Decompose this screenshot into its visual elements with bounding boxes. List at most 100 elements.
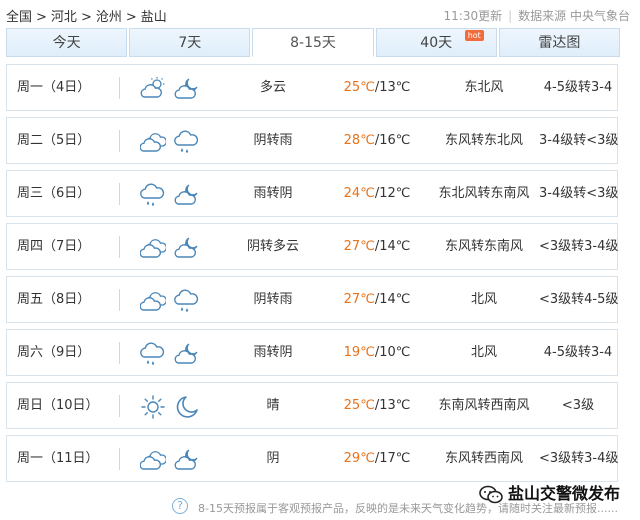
forecast-row: 周五（8日） 阴转雨 27℃/14℃ 北风 <3级转4-5级 (6, 276, 618, 323)
divider (119, 342, 120, 364)
hot-badge: hot (464, 30, 484, 41)
forecast-row: 周一（11日） 阴 29℃/17℃ 东风转西南风 <3级转3-4级 (6, 435, 618, 482)
question-icon[interactable]: ? (172, 498, 188, 514)
temperature: 27℃/14℃ (337, 224, 417, 269)
temperature: 25℃/13℃ (337, 65, 417, 110)
top-bar: 全国 > 河北 > 沧州 > 盐山 11:30更新 | 数据来源 中央气象台 (0, 0, 640, 28)
overcast-icon (140, 132, 166, 152)
rain-icon (174, 130, 199, 153)
divider (119, 130, 120, 152)
forecast-row: 周三（6日） 雨转阴 24℃/12℃ 东北风转东南风 3-4级转<3级 (6, 170, 618, 217)
tab-8-15-days[interactable]: 8-15天 (252, 28, 374, 57)
wind-direction: 东北风转东南风 (438, 186, 530, 201)
high-temp: 27℃ (343, 239, 375, 254)
partly-cloudy-night-icon (174, 78, 198, 99)
wind-direction: 东风转西南风 (444, 451, 523, 466)
divider: | (508, 9, 513, 23)
high-temp: 29℃ (343, 451, 375, 466)
partly-cloudy-day-icon (140, 76, 165, 98)
temperature: 19℃/10℃ (337, 330, 417, 375)
forecast-row: 周六（9日） 雨转阴 19℃/10℃ 北风 4-5级转3-4 (6, 329, 618, 376)
tab-radar[interactable]: 雷达图 (498, 28, 621, 57)
weather-desc: 阴 (266, 451, 280, 466)
sunny-icon (141, 394, 165, 419)
forecast-list: 周一（4日） 多云 25℃/13℃ 东北风 4-5级转3-4 周二（5日） 阴转… (6, 64, 618, 488)
wind-direction: 北风 (470, 345, 497, 360)
overcast-icon (140, 291, 166, 311)
temperature: 27℃/14℃ (337, 277, 417, 322)
wind-direction: 北风 (470, 292, 497, 307)
tab-label: 40天 (420, 35, 453, 51)
low-temp: /14℃ (374, 239, 411, 254)
wind-level: 4-5级转3-4 (543, 345, 613, 360)
breadcrumb-item-hebei[interactable]: 河北 (51, 10, 77, 25)
wind-level: 3-4级转<3级 (539, 133, 619, 148)
partly-cloudy-night-icon (174, 343, 198, 364)
temperature: 28℃/16℃ (337, 118, 417, 163)
divider (119, 77, 120, 99)
day-label: 周五（8日） (17, 292, 91, 307)
weather-desc: 阴转雨 (253, 292, 293, 307)
partly-cloudy-night-icon (174, 449, 198, 470)
weather-icons (140, 225, 210, 270)
tab-label: 雷达图 (538, 35, 581, 51)
weather-desc: 雨转阴 (253, 345, 293, 360)
tab-label: 8-15天 (290, 35, 336, 51)
tab-40-days[interactable]: 40天 hot (375, 28, 497, 57)
watermark-text: 盐山交警微发布 (508, 484, 621, 503)
wind-level: <3级 (561, 398, 595, 413)
moon-icon (176, 395, 198, 418)
day-label: 周一（4日） (17, 80, 91, 95)
tab-today[interactable]: 今天 (6, 28, 128, 57)
wind-direction: 东风转东北风 (444, 133, 523, 148)
forecast-row: 周四（7日） 阴转多云 27℃/14℃ 东风转东南风 <3级转3-4级 (6, 223, 618, 270)
weather-icons (140, 119, 210, 164)
wind-level: <3级转4-5级 (539, 292, 619, 307)
divider (119, 236, 120, 258)
high-temp: 25℃ (343, 398, 375, 413)
overcast-icon (140, 450, 166, 470)
wind-level: 3-4级转<3级 (539, 186, 619, 201)
divider (119, 289, 120, 311)
temperature: 25℃/13℃ (337, 383, 417, 428)
breadcrumb-item-national[interactable]: 全国 (6, 10, 32, 25)
rain-icon (174, 289, 199, 312)
wind-direction: 东南风转西南风 (438, 398, 530, 413)
breadcrumb-item-yanshan: 盐山 (140, 10, 167, 25)
weather-desc: 阴转雨 (253, 133, 293, 148)
tab-label: 今天 (52, 35, 81, 51)
forecast-tabs: 今天 7天 8-15天 40天 hot 雷达图 (6, 28, 621, 57)
day-label: 周一（11日） (17, 451, 99, 466)
high-temp: 27℃ (343, 292, 375, 307)
weather-icons (140, 172, 210, 217)
divider (119, 395, 120, 417)
overcast-icon (140, 238, 166, 258)
breadcrumb: 全国 > 河北 > 沧州 > 盐山 (6, 6, 167, 25)
breadcrumb-item-cangzhou[interactable]: 沧州 (96, 10, 122, 25)
low-temp: /14℃ (374, 292, 411, 307)
divider (119, 183, 120, 205)
wind-direction: 东风转东南风 (444, 239, 523, 254)
day-label: 周日（10日） (17, 398, 99, 413)
wechat-icon (479, 485, 503, 504)
update-time: 11:30更新 (443, 9, 503, 23)
divider (119, 448, 120, 470)
low-temp: /13℃ (374, 398, 411, 413)
forecast-row: 周日（10日） 晴 25℃/13℃ 东南风转西南风 <3级 (6, 382, 618, 429)
weather-desc: 晴 (266, 398, 280, 413)
tab-7-days[interactable]: 7天 (129, 28, 251, 57)
rain-icon (140, 183, 165, 206)
temperature: 29℃/17℃ (337, 436, 417, 481)
day-label: 周六（9日） (17, 345, 91, 360)
data-source: 数据来源 中央气象台 (518, 9, 630, 23)
weather-icons (140, 331, 210, 376)
forecast-row: 周二（5日） 阴转雨 28℃/16℃ 东风转东北风 3-4级转<3级 (6, 117, 618, 164)
low-temp: /16℃ (374, 133, 411, 148)
day-label: 周二（5日） (17, 133, 91, 148)
wind-level: <3级转3-4级 (539, 451, 619, 466)
weather-icons (140, 66, 210, 111)
breadcrumb-separator: > (125, 10, 137, 25)
wind-direction: 东北风 (464, 80, 504, 95)
weather-icons (140, 437, 210, 482)
breadcrumb-separator: > (36, 10, 47, 25)
